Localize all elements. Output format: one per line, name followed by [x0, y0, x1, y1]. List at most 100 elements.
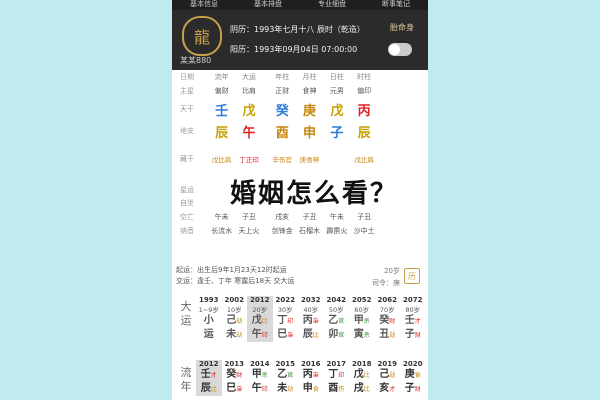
tab-basic-chart[interactable]: 基本排盘	[254, 0, 282, 10]
liunian-item[interactable]: 2015 乙官未劫	[273, 360, 299, 396]
dayun-gan: 戊比	[251, 315, 268, 326]
dayun-gan-tag: 比	[261, 318, 268, 325]
liunian-year: 2019	[377, 360, 397, 368]
canggan-cell: 丁正印	[239, 156, 259, 164]
tiangan-cell[interactable]: 戊	[323, 100, 350, 119]
canggan-cell: 戊比肩	[354, 156, 374, 164]
solar-date: 阳历：1993年09月04日 07:00:00	[230, 45, 358, 54]
dayun-item[interactable]: 2022 30岁 丁印 巳枭	[273, 296, 299, 342]
zhuxing-cell: 偏印	[357, 87, 372, 95]
dayun-gan: 丁印	[277, 315, 294, 326]
liunian-item[interactable]: 2016 丙枭 申食	[298, 360, 324, 396]
nayin-cell: 沙中土	[353, 227, 375, 235]
dayun-gan: 壬才	[404, 315, 421, 326]
dayun-item[interactable]: 1993 1~9岁小运	[196, 296, 222, 342]
dayun-item[interactable]: 2062 70岁 癸财 丑劫	[375, 296, 401, 342]
liunian-item[interactable]: 2018 戊比 戌比	[349, 360, 375, 396]
liunian-gan-tag: 食	[414, 372, 421, 379]
liunian-gan: 丁印	[328, 369, 345, 380]
dizhi-cell[interactable]: 子	[323, 122, 350, 141]
grid-header-row: 日期 流年 大运 年柱 月柱 日柱 时柱	[172, 70, 428, 84]
header-month: 月柱	[302, 73, 317, 81]
header-day: 日柱	[329, 73, 344, 81]
dayun-gan: 己劫	[226, 315, 243, 326]
nayin-label: 纳音	[180, 227, 194, 235]
liunian-gan: 庚食	[404, 369, 421, 380]
dayun-year: 1993	[199, 296, 219, 304]
tiangan-cell[interactable]: 壬	[208, 100, 235, 119]
tiangan-cell[interactable]: 癸	[269, 100, 296, 119]
liunian-gan-tag: 杀	[261, 372, 268, 379]
canggan-row: 藏干 戊比肩 丁正印 辛伤官 庚食神 戊比肩	[172, 148, 428, 170]
current-age: 20岁	[384, 267, 400, 275]
dayun-year: 2032	[301, 296, 321, 304]
avatar[interactable]: 龍	[182, 16, 222, 56]
liunian-item[interactable]: 2019 己劫 亥才	[375, 360, 401, 396]
kongwang-cell: 子丑	[241, 213, 256, 221]
dayun-item[interactable]: 2052 60岁 甲杀 寅杀	[349, 296, 375, 342]
liunian-item[interactable]: 2021辛伤丑劫	[426, 360, 429, 396]
dizhi-cell[interactable]: 辰	[350, 122, 377, 141]
tiangan-cell[interactable]: 戊	[235, 100, 262, 119]
zhuxing-cell: 正财	[275, 87, 290, 95]
dayun-zhi: 运	[203, 329, 214, 340]
tiangan-cell[interactable]: 丙	[350, 100, 377, 119]
liunian-item[interactable]: 2013 癸财 巳枭	[222, 360, 248, 396]
liunian-item[interactable]: 2020 庚食 子财	[400, 360, 426, 396]
liunian-title: 流年	[180, 366, 192, 393]
calendar-icon[interactable]: 历	[404, 268, 420, 284]
tiangan-label: 天干	[180, 105, 194, 113]
dayun-item[interactable]: 2012 20岁 戊比 午印	[247, 296, 273, 342]
liunian-gan: 甲杀	[251, 369, 268, 380]
dayun-gan-tag: 杀	[363, 318, 370, 325]
tab-notes[interactable]: 断事笔记	[382, 0, 410, 10]
dayun-gan-tag: 官	[338, 318, 345, 325]
dayun-item[interactable]: 2072 80岁 壬才 子财	[400, 296, 426, 342]
taiming-label: 胎命身	[390, 23, 414, 32]
liunian-item[interactable]: 2014 甲杀 午印	[247, 360, 273, 396]
taiming-toggle[interactable]	[388, 43, 412, 56]
liunian-zhi: 酉伤	[328, 383, 345, 394]
dayun-zhi: 寅杀	[353, 329, 370, 340]
kongwang-cell: 午未	[329, 213, 344, 221]
dayun-year: 2052	[352, 296, 372, 304]
liunian-item[interactable]: 2012 壬才 辰比	[196, 360, 222, 396]
dragon-icon: 龍	[193, 28, 210, 47]
zhuxing-cell: 元男	[329, 87, 344, 95]
canggan-cell: 戊比肩	[211, 156, 232, 164]
liunian-year: 2017	[326, 360, 346, 368]
dayun-year: 2042	[326, 296, 346, 304]
dayun-gan: 小	[203, 315, 214, 326]
dizhi-cell[interactable]: 酉	[269, 122, 296, 141]
liunian-gan: 乙官	[277, 369, 294, 380]
dayun-zhi-tag: 比	[312, 332, 319, 339]
profile-header: 龍 某某880 阴历：1993年七月十八 辰时（乾造） 阳历：1993年09月0…	[172, 10, 428, 70]
liunian-year: 2015	[275, 360, 295, 368]
dayun-zhi: 辰比	[302, 329, 319, 340]
tiangan-cell[interactable]: 庚	[296, 100, 323, 119]
canggan-label: 藏干	[180, 155, 194, 163]
dayun-item[interactable]: 2002 10岁 己劫 未劫	[222, 296, 248, 342]
liunian-zhi-tag: 伤	[338, 386, 345, 393]
canggan-cell: 庚食神	[299, 156, 320, 164]
nayin-cell: 长流水	[211, 227, 233, 235]
dizhi-cell[interactable]: 申	[296, 122, 323, 141]
tab-basic-info[interactable]: 基本信息	[190, 0, 218, 10]
kongwang-label: 空亡	[180, 213, 194, 221]
liunian-zhi-tag: 财	[414, 386, 421, 393]
liunian-zhi-tag: 比	[363, 386, 370, 393]
dayun-item[interactable]: 2032 40岁 丙枭 辰比	[298, 296, 324, 342]
liunian-gan-tag: 枭	[312, 372, 319, 379]
dayun-age: 20岁	[252, 306, 268, 314]
zhuxing-cell: 食神	[302, 87, 317, 95]
liunian-zhi: 未劫	[277, 383, 294, 394]
liunian-item[interactable]: 2017 丁印酉伤	[324, 360, 350, 396]
liunian-gan: 己劫	[379, 369, 396, 380]
tab-pro-chart[interactable]: 专业细盘	[318, 0, 346, 10]
dayun-item[interactable]: 2042 50岁 乙官 卯官	[324, 296, 350, 342]
liunian-zhi-tag: 枭	[236, 386, 243, 393]
dizhi-cell[interactable]: 午	[235, 122, 262, 141]
liunian-zhi-tag: 印	[261, 386, 268, 393]
dizhi-cell[interactable]: 辰	[208, 122, 235, 141]
dayun-zhi: 未劫	[226, 329, 243, 340]
